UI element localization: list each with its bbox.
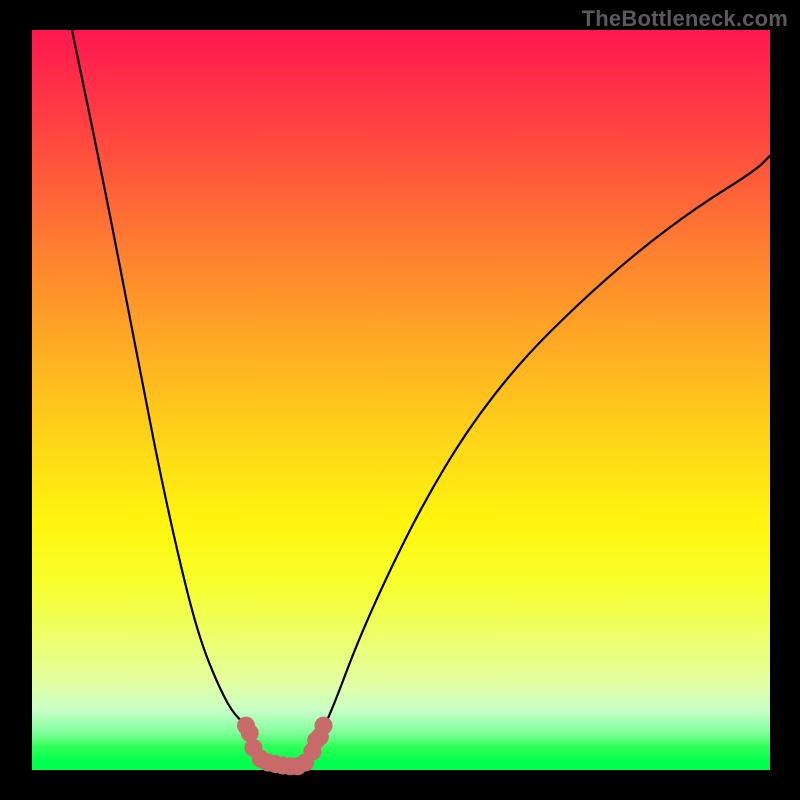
chart-frame: TheBottleneck.com [0,0,800,800]
curve-right-branch [298,156,770,767]
bottleneck-curve [32,30,770,770]
highlight-dots [237,717,332,776]
curve-left-branch [69,15,298,766]
watermark-text: TheBottleneck.com [582,6,788,32]
highlight-dot [315,717,333,735]
